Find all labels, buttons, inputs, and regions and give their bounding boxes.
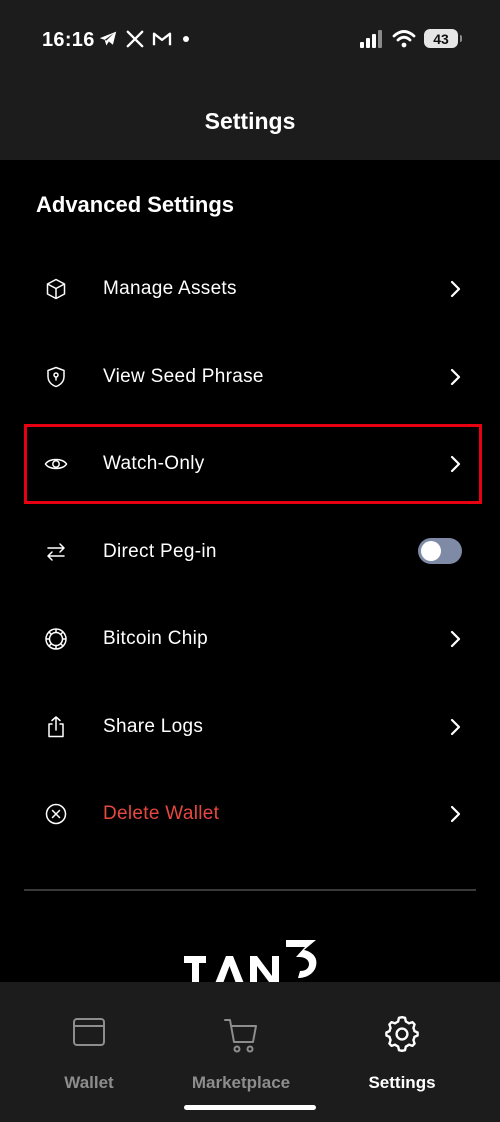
tab-label: Marketplace [191,1073,291,1092]
menu-item-label: View Seed Phrase [103,365,264,387]
menu-item-share-logs[interactable]: Share Logs [0,683,500,771]
gmail-icon [152,32,172,46]
toggle-knob [421,540,441,561]
status-time: 16:16 [42,29,95,51]
tab-marketplace[interactable]: Marketplace [171,982,311,1102]
advanced-settings-menu: Manage Assets View Seed Phrase Watch-Onl… [0,245,500,858]
shield-key-icon [47,366,65,387]
brand-logo [184,940,317,982]
battery-indicator: 43 [424,29,462,48]
menu-item-label: Watch-Only [103,453,205,474]
tab-label: Wallet [64,1073,114,1092]
tab-settings[interactable]: Settings [342,982,462,1102]
eye-icon [44,458,68,470]
telegram-icon [99,31,117,46]
menu-item-label: Manage Assets [103,278,237,299]
menu-item-label: Share Logs [103,715,204,737]
menu-item-label: Bitcoin Chip [103,628,208,649]
cube-icon [46,278,66,300]
signal-icon [360,29,382,48]
menu-item-bitcoin-chip[interactable]: Bitcoin Chip [0,595,500,683]
home-indicator [184,1105,316,1110]
x-icon [126,30,144,48]
chevron-right-icon [450,368,461,385]
section-title: Advanced Settings [36,192,235,217]
nav-header: Settings [0,80,500,160]
menu-item-delete-wallet[interactable]: Delete Wallet [0,770,500,858]
status-bar: 16:16 43 [0,0,500,80]
wifi-icon [392,29,416,47]
close-circle-icon [45,803,67,825]
menu-item-view-seed-phrase[interactable]: View Seed Phrase [0,333,500,421]
dot-icon [183,36,189,42]
tab-bar: Wallet Marketplace Settings [0,982,500,1122]
divider [24,889,476,891]
chevron-right-icon [450,718,461,735]
menu-item-direct-peg-in: Direct Peg-in [0,508,500,596]
tab-label: Settings [368,1073,436,1092]
cart-icon [224,1019,257,1053]
chevron-right-icon [450,805,461,823]
tab-wallet[interactable]: Wallet [29,982,149,1102]
page-title: Settings [204,108,296,134]
gear-icon [385,1016,419,1052]
menu-item-label: Direct Peg-in [103,540,217,562]
chevron-right-icon [450,630,461,648]
status-right: 43 [360,29,462,48]
share-icon [48,715,64,737]
status-app-icons [98,30,192,48]
menu-item-watch-only[interactable]: Watch-Only [0,420,500,508]
chevron-right-icon [450,280,461,298]
chip-icon [45,628,67,650]
menu-item-label: Delete Wallet [103,803,220,824]
chevron-right-icon [450,455,461,473]
swap-arrows-icon [47,542,65,561]
wallet-icon [73,1018,105,1046]
menu-item-manage-assets[interactable]: Manage Assets [0,245,500,333]
highlight-box [24,424,482,504]
